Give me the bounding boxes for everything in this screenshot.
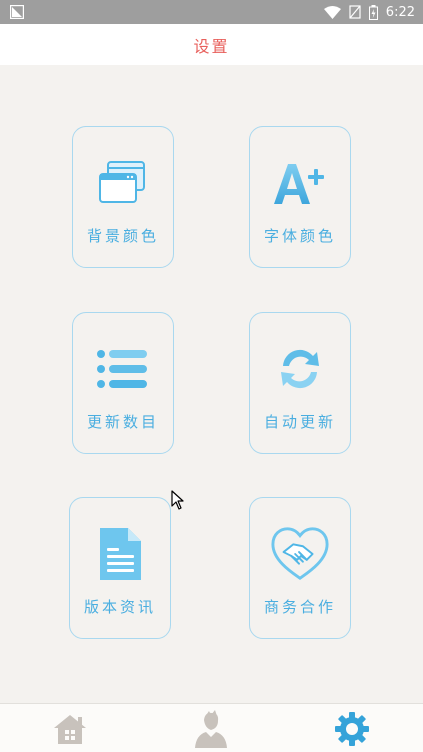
user-icon <box>195 709 227 748</box>
tile-business-cooperation[interactable]: 商务合作 <box>249 497 351 639</box>
tile-label: 版本资讯 <box>83 598 156 616</box>
bottom-nav <box>0 703 423 752</box>
tile-label: 更新数目 <box>86 413 159 431</box>
tile-label: 商务合作 <box>263 598 336 616</box>
tile-font-color[interactable]: 字体颜色 <box>249 126 351 268</box>
page-title: 设置 <box>193 36 230 56</box>
home-icon <box>54 714 86 744</box>
status-icons: 6:22 <box>323 3 415 21</box>
windows-icon <box>93 157 153 209</box>
tile-update-count[interactable]: 更新数目 <box>72 312 174 454</box>
nav-user[interactable] <box>181 704 241 752</box>
mouse-cursor-icon <box>171 490 185 510</box>
tile-auto-update[interactable]: 自动更新 <box>249 312 351 454</box>
refresh-icon <box>270 343 330 395</box>
no-signal-icon <box>349 5 361 19</box>
status-bar: 6:22 <box>0 0 423 24</box>
tile-label: 背景颜色 <box>86 227 159 245</box>
nav-home[interactable] <box>40 704 100 752</box>
tile-label: 自动更新 <box>263 413 336 431</box>
wifi-icon <box>323 5 341 19</box>
nav-settings[interactable] <box>322 704 382 752</box>
handshake-icon <box>270 527 330 580</box>
tile-label: 字体颜色 <box>263 227 336 245</box>
battery-charging-icon <box>368 4 378 20</box>
settings-gear-icon <box>335 711 369 746</box>
tile-background-color[interactable]: 背景颜色 <box>72 126 174 268</box>
clock-time: 6:22 <box>385 4 415 20</box>
document-icon <box>90 528 150 580</box>
font-plus-icon <box>270 157 330 209</box>
tile-version-info[interactable]: 版本资讯 <box>69 497 171 639</box>
notification-icon <box>10 5 24 19</box>
list-icon <box>93 343 153 395</box>
header: 设置 <box>0 24 423 65</box>
